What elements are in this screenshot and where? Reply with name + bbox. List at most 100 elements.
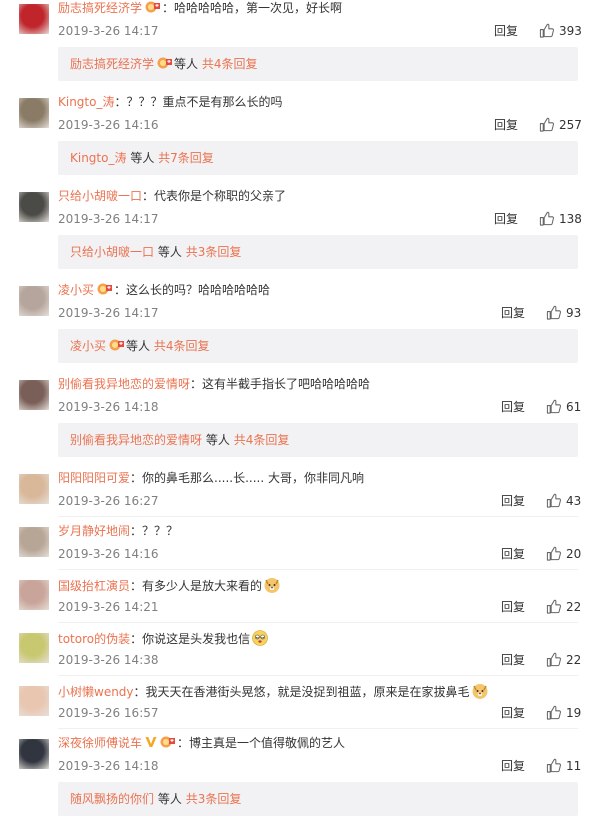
dizzy-emoji-icon [251, 629, 269, 647]
divider [58, 728, 578, 729]
username-link[interactable]: totoro的伪装 [58, 632, 130, 646]
avatar[interactable] [19, 192, 49, 222]
doge-emoji-icon [263, 576, 281, 594]
reply-button[interactable]: 回复 [494, 23, 518, 39]
avatar[interactable] [19, 739, 49, 769]
avatar[interactable] [19, 686, 49, 716]
avatar[interactable] [19, 4, 49, 34]
username-link[interactable]: Kingto_涛 [58, 95, 114, 109]
reply-summary[interactable]: 凌小买 等人 共4条回复 [58, 329, 578, 363]
reply-button[interactable]: 回复 [501, 305, 525, 321]
username-link[interactable]: 只给小胡啵一口 [58, 189, 142, 203]
avatar[interactable] [19, 527, 49, 557]
reply-mid-text: 等人 [157, 792, 182, 806]
reply-username[interactable]: 励志搞死经济学 [70, 57, 154, 71]
username-link[interactable]: 深夜徐师傅说车 [58, 736, 142, 750]
like-count: 257 [559, 118, 582, 132]
comment-time: 2019-3-26 16:27 [58, 494, 159, 508]
username-link[interactable]: 别偷看我异地恋的爱情呀 [58, 377, 190, 391]
like-count: 20 [566, 547, 582, 561]
reply-username[interactable]: 别偷看我异地恋的爱情呀 [70, 433, 202, 447]
reply-summary[interactable]: Kingto_涛 等人 共7条回复 [58, 141, 578, 175]
fan-badge-icon [160, 735, 176, 749]
avatar[interactable] [19, 286, 49, 316]
reply-button[interactable]: 回复 [501, 399, 525, 415]
comment-text: ：哈哈哈哈哈，第一次见，好长啊 [162, 1, 343, 15]
username-link[interactable]: 小树懒wendy [58, 685, 134, 699]
comment-text: ：这么长的吗？哈哈哈哈哈哈 [114, 283, 271, 297]
reply-summary[interactable]: 励志搞死经济学 等人 共4条回复 [58, 47, 578, 81]
like-count: 19 [566, 706, 582, 720]
reply-button[interactable]: 回复 [501, 652, 525, 668]
reply-summary[interactable]: 随风飘扬的你们 等人 共3条回复 [58, 782, 578, 816]
reply-button[interactable]: 回复 [494, 211, 518, 227]
avatar[interactable] [19, 380, 49, 410]
more-replies-link[interactable]: 共4条回复 [234, 433, 290, 447]
reply-summary[interactable]: 别偷看我异地恋的爱情呀 等人 共4条回复 [58, 423, 578, 457]
like-count: 11 [566, 759, 582, 773]
comment-text: ：代表你是个称职的父亲了 [142, 189, 287, 203]
comment-text: ：你说这是头发我也信 [130, 632, 251, 646]
doge-emoji-icon [471, 682, 489, 700]
username-link[interactable]: 凌小买 [58, 283, 94, 297]
comment-time: 2019-3-26 14:16 [58, 547, 159, 561]
reply-mid-text: 等人 [157, 245, 182, 259]
reply-username[interactable]: 只给小胡啵一口 [70, 245, 154, 259]
comment-time: 2019-3-26 14:17 [58, 24, 159, 38]
reply-username[interactable]: 随风飘扬的你们 [70, 792, 154, 806]
avatar[interactable] [19, 633, 49, 663]
reply-button[interactable]: 回复 [501, 493, 525, 509]
comment-text: ：？？？ [130, 524, 179, 538]
comment-text: ：？？？重点不是有那么长的吗 [114, 95, 283, 109]
divider [58, 569, 578, 570]
reply-mid-text: 等人 [174, 57, 199, 71]
comment-text: ：有多少人是放大来看的 [130, 579, 263, 593]
username-link[interactable]: 阳阳阳阳可爱 [58, 471, 130, 485]
more-replies-link[interactable]: 共7条回复 [158, 151, 214, 165]
reply-mid-text: 等人 [205, 433, 230, 447]
divider [58, 675, 578, 676]
fan-badge-icon [157, 49, 173, 69]
verified-v-icon [145, 736, 157, 748]
reply-button[interactable]: 回复 [501, 758, 525, 774]
reply-button[interactable]: 回复 [501, 546, 525, 562]
comment-text: ：博主真是一个值得敬佩的艺人 [177, 736, 346, 750]
reply-button[interactable]: 回复 [501, 705, 525, 721]
comment-time: 2019-3-26 14:18 [58, 400, 159, 414]
more-replies-link[interactable]: 共4条回复 [202, 57, 258, 71]
username-link[interactable]: 岁月静好地闹 [58, 524, 130, 538]
comment-time: 2019-3-26 14:38 [58, 653, 159, 667]
comment-time: 2019-3-26 14:18 [58, 759, 159, 773]
like-count: 22 [566, 653, 582, 667]
like-count: 22 [566, 600, 582, 614]
fan-badge-icon [97, 282, 113, 296]
comment-text: ：我天天在香港街头晃悠，就是没捉到祖蓝，原来是在家拔鼻毛 [133, 685, 470, 699]
more-replies-link[interactable]: 共3条回复 [186, 245, 242, 259]
reply-button[interactable]: 回复 [501, 599, 525, 615]
reply-mid-text: 等人 [126, 339, 151, 353]
divider [58, 516, 578, 517]
fan-badge-icon [145, 0, 161, 14]
more-replies-link[interactable]: 共3条回复 [186, 792, 242, 806]
reply-mid-text: 等人 [130, 151, 155, 165]
reply-summary[interactable]: 只给小胡啵一口 等人 共3条回复 [58, 235, 578, 269]
fan-badge-icon [109, 331, 125, 351]
avatar[interactable] [19, 98, 49, 128]
comment-text: ：你的鼻毛那么.....长..... 大哥，你非同凡响 [130, 471, 364, 485]
comment-time: 2019-3-26 14:17 [58, 306, 159, 320]
username-link[interactable]: 励志搞死经济学 [58, 1, 142, 15]
like-count: 393 [559, 24, 582, 38]
like-count: 43 [566, 494, 582, 508]
avatar[interactable] [19, 474, 49, 504]
avatar[interactable] [19, 580, 49, 610]
comment-time: 2019-3-26 14:21 [58, 600, 159, 614]
reply-username[interactable]: Kingto_涛 [70, 151, 126, 165]
username-link[interactable]: 国级抬杠演员 [58, 579, 130, 593]
comment-time: 2019-3-26 14:16 [58, 118, 159, 132]
more-replies-link[interactable]: 共4条回复 [154, 339, 210, 353]
comment-time: 2019-3-26 16:57 [58, 706, 159, 720]
comment-time: 2019-3-26 14:17 [58, 212, 159, 226]
like-count: 61 [566, 400, 582, 414]
reply-username[interactable]: 凌小买 [70, 339, 106, 353]
reply-button[interactable]: 回复 [494, 117, 518, 133]
